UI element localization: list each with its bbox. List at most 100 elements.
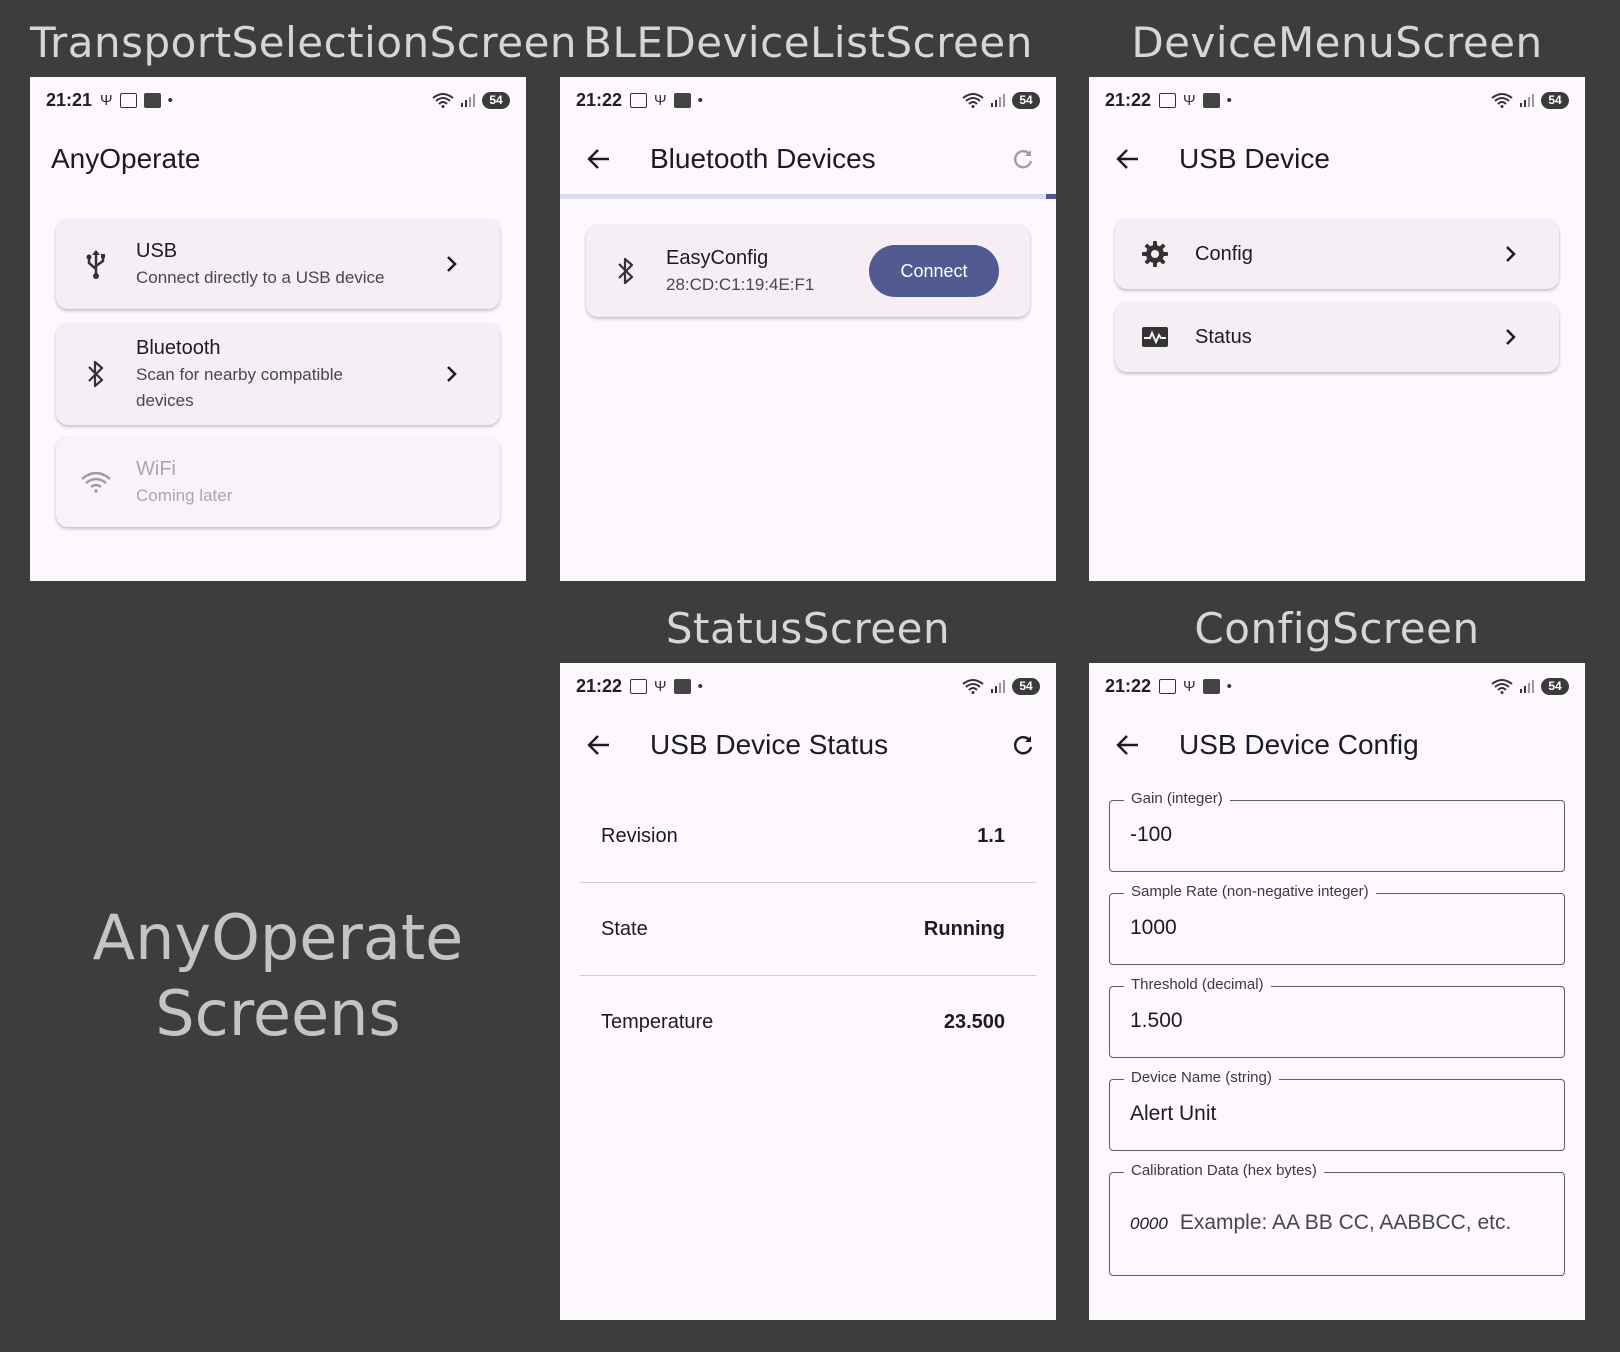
gear-icon [1137, 240, 1173, 268]
dot-icon: • [697, 91, 703, 109]
clock: 21:21 [46, 89, 93, 110]
refresh-icon[interactable] [1008, 144, 1038, 174]
status-bar: 21:22 Ψ • 54 [1089, 77, 1585, 123]
transport-option-wifi: WiFi Coming later [56, 437, 500, 527]
field-label: Threshold (decimal) [1124, 976, 1271, 993]
calibration-data-field[interactable]: Calibration Data (hex bytes) 0000 Example… [1109, 1162, 1565, 1276]
bluetooth-icon [78, 359, 114, 389]
battery-indicator: 54 [1541, 677, 1569, 695]
option-subtitle: Scan for nearby compatible devices [136, 365, 343, 410]
field-placeholder: Example: AA BB CC, AABBCC, etc. [1179, 1211, 1512, 1234]
cell-signal-icon [991, 94, 1005, 107]
back-arrow-icon[interactable] [584, 730, 614, 760]
monitor-heart-icon [1137, 326, 1173, 348]
chevron-right-icon [438, 254, 464, 274]
clock: 21:22 [576, 675, 623, 696]
option-subtitle: Coming later [136, 486, 233, 505]
collection-title-line-2: Screens [155, 977, 401, 1050]
menu-item-config[interactable]: Config [1115, 219, 1559, 289]
battery-indicator: 54 [1012, 91, 1040, 109]
app-notification-icon [673, 678, 691, 694]
back-arrow-icon[interactable] [1113, 144, 1143, 174]
back-arrow-icon[interactable] [584, 144, 614, 174]
usb-notification-icon: Ψ [100, 91, 113, 109]
cell-signal-icon [991, 680, 1005, 693]
usb-notification-icon: Ψ [654, 677, 667, 695]
dot-icon: • [1226, 677, 1232, 695]
clock: 21:22 [1105, 89, 1152, 110]
wifi-signal-icon [962, 93, 984, 108]
app-bar: USB Device [1089, 129, 1585, 189]
cell-signal-icon [461, 94, 475, 107]
screen-title: USB Device Config [1179, 729, 1419, 760]
sample-rate-field[interactable]: Sample Rate (non-negative integer) 1000 [1109, 883, 1565, 965]
wifi-icon [78, 471, 114, 493]
field-label: Device Name (string) [1124, 1069, 1279, 1086]
device-name-field[interactable]: Device Name (string) Alert Unit [1109, 1069, 1565, 1151]
status-row-temperature: Temperature 23.500 [580, 976, 1036, 1068]
wifi-signal-icon [962, 679, 984, 694]
usb-notification-icon: Ψ [654, 91, 667, 109]
app-title: AnyOperate [51, 143, 201, 174]
app-bar: Bluetooth Devices [560, 129, 1056, 189]
usb-icon [78, 249, 114, 279]
bluetooth-icon [608, 256, 644, 286]
status-value: Running [923, 917, 1005, 940]
collection-title-line-1: AnyOperate [92, 901, 464, 974]
back-arrow-icon[interactable] [1113, 730, 1143, 760]
field-value: 1.500 [1130, 1009, 1183, 1032]
ble-device-list-screen: 21:22 Ψ • 54 Bluetooth Devices EasyConfi… [560, 77, 1056, 581]
status-bar: 21:22 Ψ • 54 [560, 77, 1056, 123]
option-title: Bluetooth [136, 337, 221, 359]
battery-indicator: 54 [1541, 91, 1569, 109]
status-key: State [601, 917, 648, 940]
config-screen: 21:22 Ψ • 54 USB Device Config Gain (int… [1089, 663, 1585, 1320]
chevron-right-icon [438, 364, 464, 384]
field-value: Alert Unit [1130, 1102, 1217, 1125]
status-value: 23.500 [943, 1010, 1005, 1033]
chevron-right-icon [1497, 244, 1523, 264]
field-value: -100 [1130, 823, 1173, 846]
clock: 21:22 [1105, 675, 1152, 696]
app-notification-icon [143, 92, 161, 108]
field-label: Sample Rate (non-negative integer) [1124, 883, 1376, 900]
status-bar: 21:21 Ψ • 54 [30, 77, 526, 123]
device-menu-screen: 21:22 Ψ • 54 USB Device Config Status [1089, 77, 1585, 581]
transport-option-usb[interactable]: USB Connect directly to a USB device [56, 219, 500, 309]
screen-title: USB Device [1179, 143, 1330, 174]
collection-title: AnyOperate Screens [30, 900, 526, 1052]
threshold-field[interactable]: Threshold (decimal) 1.500 [1109, 976, 1565, 1058]
option-title: WiFi [136, 458, 176, 480]
heading-ble-device-list: BLEDeviceListScreen [583, 18, 1033, 67]
status-key: Revision [601, 824, 678, 847]
refresh-icon[interactable] [1008, 730, 1038, 760]
field-input-row: 0000 Example: AA BB CC, AABBCC, etc. [1130, 1211, 1511, 1235]
cell-signal-icon [1520, 680, 1534, 693]
wifi-signal-icon [1491, 93, 1513, 108]
option-title: USB [136, 240, 178, 262]
app-notification-icon [673, 92, 691, 108]
connect-button[interactable]: Connect [869, 245, 999, 297]
app-bar: USB Device Status [560, 715, 1056, 775]
status-bar: 21:22 Ψ • 54 [1089, 663, 1585, 709]
transport-selection-screen: 21:21 Ψ • 54 AnyOperate USB Connect dire… [30, 77, 526, 581]
screen-title: Bluetooth Devices [650, 143, 876, 174]
app-notification-icon [1202, 92, 1220, 108]
screen-capture-icon [119, 92, 137, 108]
gain-field[interactable]: Gain (integer) -100 [1109, 790, 1565, 872]
status-row-revision: Revision 1.1 [580, 790, 1036, 883]
heading-device-menu: DeviceMenuScreen [1131, 18, 1543, 67]
status-key: Temperature [601, 1010, 714, 1033]
scan-progress-bar [560, 194, 1056, 199]
transport-option-bluetooth[interactable]: Bluetooth Scan for nearby compatible dev… [56, 323, 500, 425]
field-label: Gain (integer) [1124, 790, 1230, 807]
screen-capture-icon [630, 92, 648, 108]
app-notification-icon [1202, 678, 1220, 694]
field-label: Calibration Data (hex bytes) [1124, 1162, 1324, 1179]
screen-title: USB Device Status [650, 729, 889, 760]
field-value: 1000 [1130, 916, 1177, 939]
menu-item-label: Config [1195, 243, 1253, 265]
status-value: 1.1 [977, 824, 1005, 847]
screen-capture-icon [630, 678, 648, 694]
menu-item-status[interactable]: Status [1115, 302, 1559, 372]
